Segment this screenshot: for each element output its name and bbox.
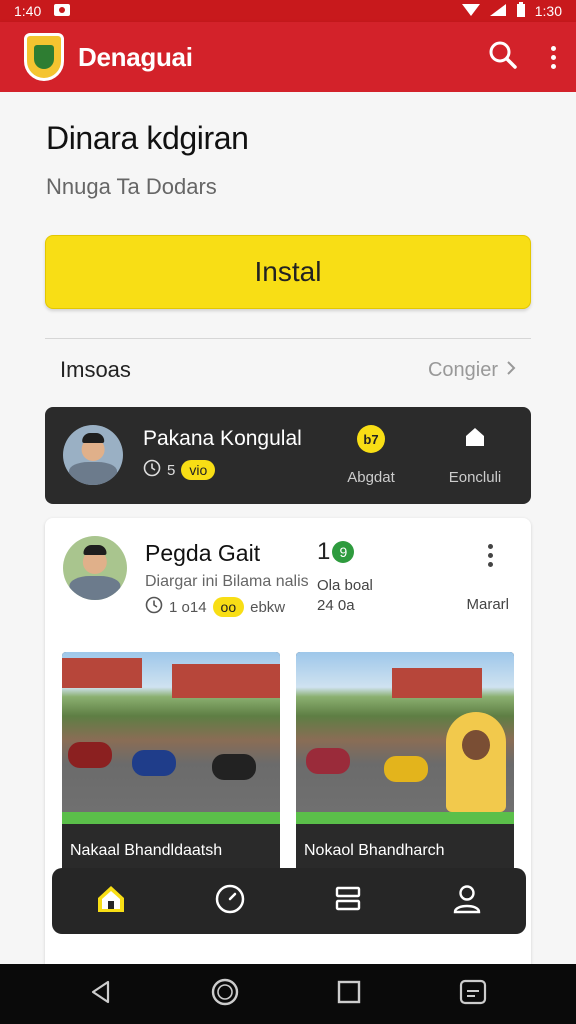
post-stat-number: 1: [317, 538, 331, 565]
recents-icon[interactable]: [336, 979, 362, 1010]
clock-icon: [145, 596, 163, 618]
wifi-icon: [461, 3, 481, 20]
person-icon: [451, 883, 483, 920]
post-author-name: Pegda Gait: [145, 540, 261, 566]
post-stat: 1 9: [317, 538, 355, 566]
app-title: Denaguai: [78, 41, 193, 72]
profile-name: Pakana Kongulal: [143, 427, 302, 450]
post-subtitle: Diargar ini Bilama nalis: [145, 573, 309, 590]
avatar: [63, 425, 123, 485]
post-menu-icon[interactable]: [485, 544, 495, 567]
post-badge: oo: [212, 597, 245, 617]
app-bar: Denaguai: [0, 22, 576, 92]
post-time: 1 o14: [169, 598, 207, 616]
profile-badge: vio: [181, 460, 216, 480]
card-action-secondary-label: Eoncluli: [448, 469, 502, 486]
nav-list[interactable]: [318, 876, 378, 926]
notification-icon: [53, 3, 71, 20]
profile-count: 5: [167, 461, 176, 479]
app-logo: [24, 33, 64, 81]
card-action-primary-label: Abgdat: [347, 469, 395, 486]
bottom-navigation: [52, 868, 526, 934]
install-button[interactable]: Instal: [45, 235, 531, 309]
avatar: [63, 536, 127, 600]
signal-icon: [489, 3, 507, 20]
overflow-menu-icon[interactable]: [548, 45, 558, 69]
section-header: Imsoas Congier: [60, 354, 516, 386]
section-title: Imsoas: [60, 357, 131, 382]
post-image-caption: Nokaol Bhandharch: [304, 842, 445, 859]
post-more-label[interactable]: Mararl: [466, 596, 509, 613]
page-subtitle: Nnuga Ta Dodars: [46, 174, 217, 199]
system-navigation-bar: [0, 964, 576, 1024]
post-meta-suffix: ebkw: [250, 598, 286, 616]
chevron-right-icon: [506, 359, 516, 382]
home-icon: [463, 425, 487, 453]
status-bar: 1:40 1:30: [0, 0, 576, 22]
badge-icon: b7: [357, 425, 385, 453]
post-stat-detail: Ola boal 24 0a: [317, 576, 373, 616]
screenshot-icon[interactable]: [458, 977, 488, 1012]
nav-home[interactable]: [81, 876, 141, 926]
post-image[interactable]: Nokaol Bhandharch: [296, 652, 514, 884]
main-content: Dinara kdgiran Nnuga Ta Dodars Instal Im…: [0, 92, 576, 978]
nav-profile[interactable]: [437, 876, 497, 926]
back-icon[interactable]: [88, 979, 114, 1010]
card-action-primary[interactable]: b7 Abgdat: [331, 423, 411, 486]
section-see-all-link[interactable]: Congier: [428, 359, 516, 382]
post-stat-line: 24 0a: [317, 597, 355, 614]
search-icon[interactable]: [488, 40, 518, 75]
profile-meta: 5 vio: [143, 459, 216, 481]
clock-icon: [143, 459, 161, 481]
section-link-label: Congier: [427, 358, 498, 381]
status-time: 1:40: [14, 3, 42, 19]
card-action-secondary[interactable]: Eoncluli: [435, 423, 515, 486]
home-button-icon[interactable]: [210, 977, 240, 1012]
list-icon: [333, 884, 363, 919]
post-stat-badge: 9: [332, 541, 355, 563]
nav-explore[interactable]: [200, 876, 260, 926]
status-time-right: 1:30: [534, 3, 562, 19]
post-image-caption: Nakaal Bhandldaatsh: [70, 842, 223, 859]
post-stat-line: Ola boal: [317, 577, 373, 594]
featured-profile-card[interactable]: Pakana Kongulal 5 vio b7 Abgdat Eoncluli: [45, 407, 531, 504]
post-meta: 1 o14 oo ebkw: [145, 596, 285, 618]
page-title: Dinara kdgiran: [46, 120, 249, 156]
compass-icon: [214, 883, 246, 920]
battery-icon: [515, 1, 527, 21]
divider: [45, 338, 531, 339]
post-image[interactable]: Nakaal Bhandldaatsh: [62, 652, 280, 884]
home-icon: [94, 882, 128, 921]
